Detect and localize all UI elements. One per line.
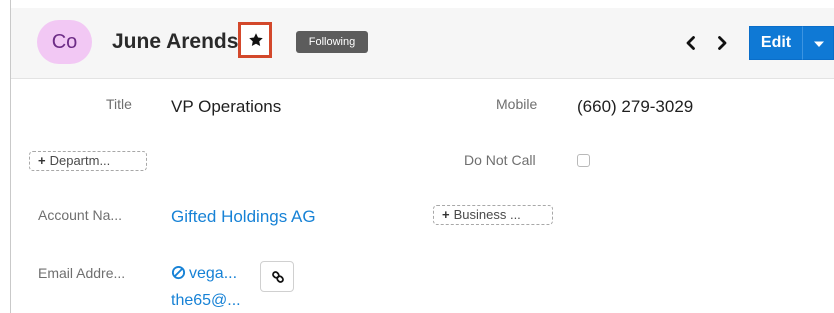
- chevron-left-icon: [686, 36, 695, 50]
- mobile-label: Mobile: [496, 96, 538, 112]
- do-not-call-checkbox[interactable]: [577, 154, 590, 167]
- chevron-right-icon: [718, 36, 727, 50]
- title-label: Title: [106, 96, 132, 112]
- email-address-label: Email Addre...: [38, 265, 126, 281]
- email-link-button[interactable]: [260, 261, 294, 292]
- next-record-button[interactable]: [712, 33, 732, 53]
- plus-icon: +: [442, 207, 450, 222]
- email-address-continued[interactable]: the65@...: [171, 292, 241, 310]
- department-add-label: Departm...: [49, 153, 111, 168]
- edit-button[interactable]: Edit: [749, 26, 802, 60]
- avatar: Co: [37, 20, 92, 64]
- do-not-call-label: Do Not Call: [464, 152, 536, 168]
- title-value: VP Operations: [171, 97, 282, 116]
- following-badge[interactable]: Following: [296, 31, 368, 53]
- caret-down-icon: [814, 41, 824, 47]
- mobile-value[interactable]: (660) 279-3029: [577, 97, 693, 117]
- account-name-link[interactable]: Gifted Holdings AG: [171, 207, 316, 227]
- record-view: Co June Arends Following Edit Title VP O…: [0, 0, 834, 313]
- previous-record-button[interactable]: [681, 33, 701, 53]
- add-business-button[interactable]: + Business ...: [433, 205, 553, 225]
- opted-out-icon: [171, 265, 186, 280]
- link-icon: [272, 271, 284, 283]
- star-icon: [249, 33, 263, 47]
- account-name-label: Account Na...: [38, 207, 123, 223]
- favorite-button[interactable]: [238, 22, 272, 58]
- plus-icon: +: [38, 153, 46, 168]
- email-address-text: vega...: [189, 265, 238, 282]
- add-department-button[interactable]: + Departm...: [29, 151, 147, 171]
- edit-menu-button[interactable]: [802, 26, 834, 60]
- business-add-label: Business ...: [453, 207, 521, 222]
- record-title: June Arends: [112, 30, 239, 53]
- email-address-link[interactable]: vega...: [171, 265, 237, 283]
